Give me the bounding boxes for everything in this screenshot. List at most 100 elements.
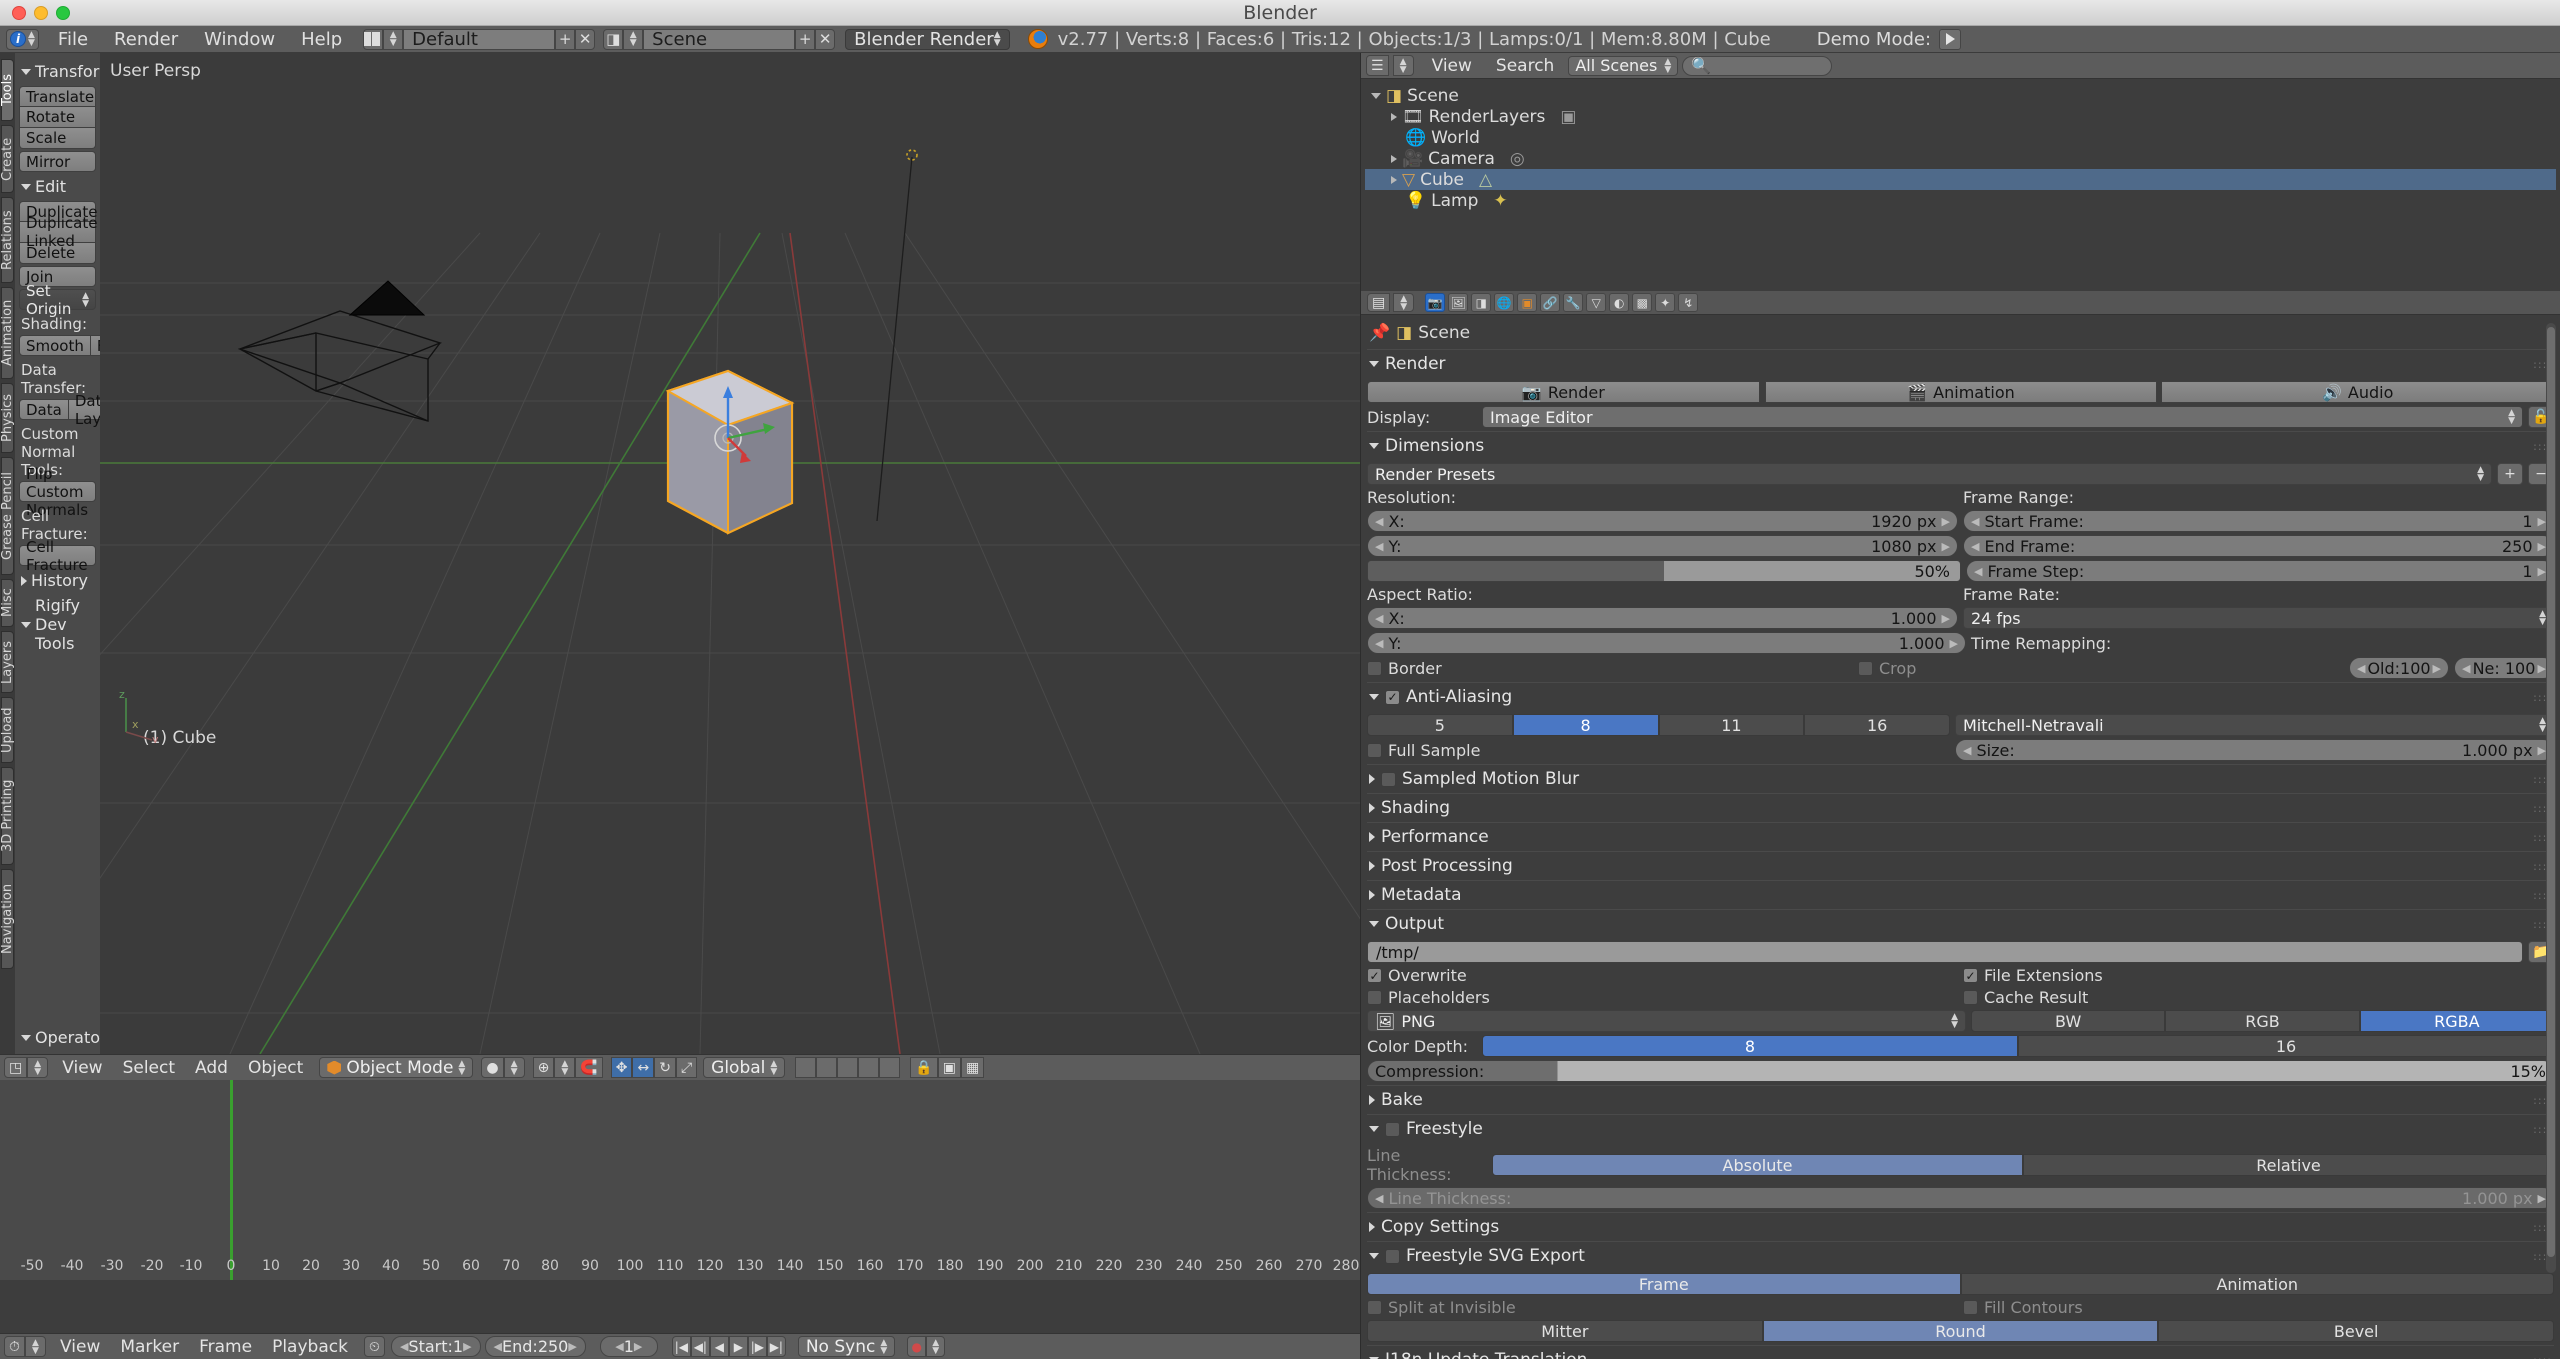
- tab-object[interactable]: ▣: [1517, 293, 1537, 312]
- tab-constraints[interactable]: 🔗: [1540, 293, 1560, 312]
- freestyle-checkbox[interactable]: [1385, 1122, 1400, 1137]
- tool-data[interactable]: Data: [19, 399, 69, 420]
- add-preset-button[interactable]: +: [2497, 463, 2523, 485]
- scene-selector-group[interactable]: ◨ ▲▼ Scene + ✕: [603, 28, 835, 50]
- properties-editor-type-icon[interactable]: ▤: [1367, 293, 1390, 312]
- increment-icon[interactable]: ▶: [1942, 515, 1950, 528]
- res-y-row[interactable]: ◀ Y: 1080 px ▶ ◀ End Frame: 250 ▶: [1367, 535, 2554, 557]
- play-icon[interactable]: ▶: [729, 1336, 748, 1357]
- frame-rate-dropdown[interactable]: 24 fps ▲▼: [1963, 607, 2554, 629]
- color-depth-segmented[interactable]: 8 16: [1482, 1035, 2554, 1057]
- outliner-row-scene[interactable]: ◨ Scene: [1365, 85, 2556, 106]
- output-toggles-row-2[interactable]: Placeholders Cache Result: [1367, 988, 2554, 1007]
- tab-layers[interactable]: Layers: [1, 631, 14, 693]
- overwrite-checkbox[interactable]: ✓ Overwrite: [1367, 966, 1958, 985]
- section-header-anti-aliasing[interactable]: ✓ Anti-Aliasing ::::: [1367, 682, 2554, 711]
- screen-layout-field[interactable]: Default: [403, 29, 555, 50]
- tab-render-layers[interactable]: 🖼: [1448, 293, 1468, 312]
- color-depth-row[interactable]: Color Depth: 8 16: [1367, 1035, 2554, 1057]
- layer-buttons[interactable]: [795, 1057, 900, 1078]
- color-mode-bw[interactable]: BW: [1971, 1010, 2165, 1032]
- end-frame-field[interactable]: ◀ End Frame: 250 ▶: [1963, 535, 2554, 557]
- menu-file[interactable]: File: [45, 27, 101, 52]
- thickness-mode-relative[interactable]: Relative: [2023, 1154, 2554, 1176]
- section-header-bake[interactable]: Bake ::::: [1367, 1085, 2554, 1114]
- timeline-menu-marker[interactable]: Marker: [110, 1335, 189, 1359]
- section-header-render[interactable]: Render ::::: [1367, 349, 2554, 378]
- tool-shade-flat[interactable]: Flat: [91, 335, 100, 356]
- section-header-post-processing[interactable]: Post Processing ::::: [1367, 851, 2554, 880]
- tab-3d-printing[interactable]: 3D Printing: [1, 767, 14, 865]
- border-crop-row[interactable]: Border Crop ◀ Old:100 ▶ ◀ Ne: 100 ▶: [1367, 657, 2554, 679]
- tool-flip-custom-normals[interactable]: Flip Custom Normals: [19, 481, 96, 502]
- shading-mode-icon[interactable]: ●: [481, 1057, 503, 1078]
- end-frame-field[interactable]: ◀ End: 250 ▶: [485, 1336, 586, 1357]
- layout-chevron-icon[interactable]: ▲▼: [383, 29, 403, 50]
- svg-join-row[interactable]: Mitter Round Bevel: [1367, 1320, 2554, 1342]
- aspect-x-field[interactable]: ◀ X: 1.000 ▶: [1367, 607, 1958, 629]
- outliner-display-mode[interactable]: All Scenes ▲▼: [1568, 56, 1678, 76]
- output-format-row[interactable]: 🖼 PNG ▲▼ BW RGB RGBA: [1367, 1010, 2554, 1032]
- join-round[interactable]: Round: [1763, 1320, 2159, 1342]
- join-mitter[interactable]: Mitter: [1367, 1320, 1763, 1342]
- jump-to-end-icon[interactable]: ▶|: [767, 1336, 786, 1357]
- section-header-freestyle[interactable]: Freestyle ::::: [1367, 1114, 2554, 1143]
- panel-header-rigify[interactable]: Rigify Dev Tools: [19, 593, 96, 656]
- lamp-data-icon[interactable]: ✦: [1493, 191, 1507, 211]
- section-header-i18n[interactable]: I18n Update Translation ::::: [1367, 1345, 2554, 1359]
- tab-navigation[interactable]: Navigation: [1, 869, 14, 969]
- increment-icon[interactable]: ▶: [1950, 637, 1958, 650]
- resolution-percentage-slider[interactable]: 50%: [1367, 560, 1961, 582]
- layout-icon[interactable]: [363, 29, 383, 50]
- aa-sample-5[interactable]: 5: [1367, 714, 1513, 736]
- scene-icon[interactable]: ◨: [603, 29, 623, 50]
- timeline-playhead[interactable]: [230, 1080, 233, 1280]
- timeline-editor-chevron-icon[interactable]: ▲▼: [25, 1336, 46, 1357]
- color-mode-rgb[interactable]: RGB: [2165, 1010, 2359, 1032]
- properties-editor[interactable]: ▤ ▲▼ 📷 🖼 ◨ 🌐 ▣ 🔗 🔧 ▽ ◐ ▩ ✦ ↯ 📌 ◨ Scene: [1360, 291, 2560, 1359]
- viewport-editor-type-icon[interactable]: ◳: [4, 1057, 27, 1078]
- outliner-editor[interactable]: ☰ ▲▼ View Search All Scenes ▲▼ 🔍 ◨ Scene…: [1360, 53, 2560, 291]
- file-extensions-checkbox[interactable]: ✓ File Extensions: [1963, 966, 2554, 985]
- full-sample-checkbox[interactable]: Full Sample: [1367, 741, 1950, 760]
- add-scene-button[interactable]: +: [795, 29, 815, 50]
- viewport-shading-group[interactable]: ● ▲▼: [481, 1057, 524, 1078]
- decrement-icon[interactable]: ◀: [400, 1340, 408, 1353]
- crop-checkbox[interactable]: Crop: [1858, 659, 2344, 678]
- tab-grease-pencil[interactable]: Grease Pencil: [1, 457, 14, 575]
- line-join-segmented[interactable]: Mitter Round Bevel: [1367, 1320, 2554, 1342]
- increment-icon[interactable]: ▶: [1942, 612, 1950, 625]
- timeline-track-area[interactable]: -50 -40 -30 -20 -10 0 10 20 30 40 50 60 …: [0, 1080, 1360, 1280]
- tab-world[interactable]: 🌐: [1494, 293, 1514, 312]
- add-layout-button[interactable]: +: [555, 29, 575, 50]
- aa-filter-dropdown[interactable]: Mitchell-Netravali ▲▼: [1955, 714, 2554, 736]
- tab-misc[interactable]: Misc: [1, 579, 14, 627]
- layer-button-1[interactable]: [795, 1057, 816, 1078]
- aa-sample-8[interactable]: 8: [1513, 714, 1659, 736]
- auto-keyframe-icon[interactable]: ●: [907, 1336, 926, 1357]
- render-presets-dropdown[interactable]: Render Presets ▲▼: [1367, 463, 2492, 485]
- timeline-menu-frame[interactable]: Frame: [189, 1335, 262, 1359]
- outliner-search-input[interactable]: 🔍: [1682, 56, 1832, 76]
- properties-tab-bar[interactable]: ▤ ▲▼ 📷 🖼 ◨ 🌐 ▣ 🔗 🔧 ▽ ◐ ▩ ✦ ↯: [1361, 291, 2560, 315]
- tool-mirror[interactable]: Mirror: [19, 151, 96, 172]
- increment-icon[interactable]: ▶: [2538, 744, 2546, 757]
- use-preview-range-icon[interactable]: ⏲: [364, 1336, 385, 1357]
- tab-texture[interactable]: ▩: [1632, 293, 1652, 312]
- outliner-row-world[interactable]: 🌐 World: [1365, 127, 2556, 148]
- split-at-invisible-checkbox[interactable]: Split at Invisible: [1367, 1298, 1958, 1317]
- scene-name-field[interactable]: Scene: [643, 29, 795, 50]
- editor-type-selector[interactable]: i ▲▼: [6, 29, 39, 50]
- tab-modifiers[interactable]: 🔧: [1563, 293, 1583, 312]
- viewport-menu-add[interactable]: Add: [185, 1056, 238, 1080]
- aa-samples-segmented[interactable]: 5 8 11 16: [1367, 714, 1950, 736]
- tool-rotate[interactable]: Rotate: [19, 107, 96, 128]
- outliner-row-renderlayers[interactable]: 🎞 RenderLayers ▣: [1365, 106, 2556, 127]
- render-audio-button[interactable]: 🔊 Audio: [2162, 381, 2554, 403]
- panel-header-transform[interactable]: Transform: [19, 59, 96, 84]
- display-mode-dropdown[interactable]: Image Editor ▲▼: [1482, 406, 2523, 428]
- file-format-dropdown[interactable]: 🖼 PNG ▲▼: [1367, 1010, 1966, 1032]
- tab-material[interactable]: ◐: [1609, 293, 1629, 312]
- disclosure-icon[interactable]: [1391, 155, 1397, 163]
- transform-orientation-selector[interactable]: Global ▲▼: [703, 1057, 785, 1078]
